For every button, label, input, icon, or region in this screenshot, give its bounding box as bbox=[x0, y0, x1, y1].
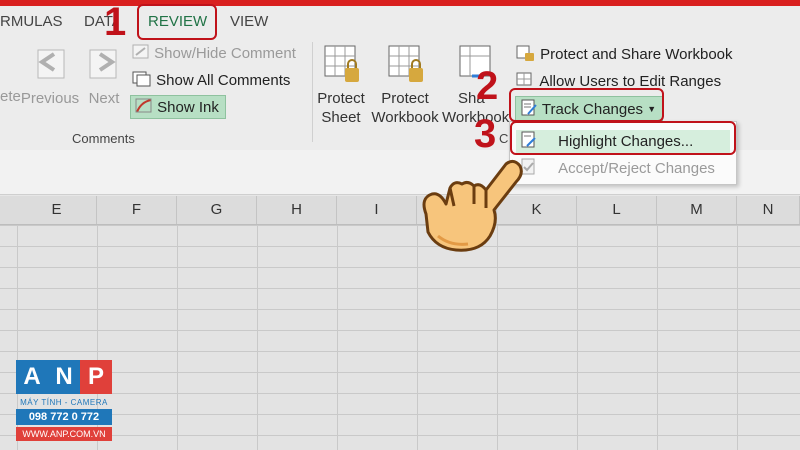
show-all-comments-label: Show All Comments bbox=[156, 72, 291, 89]
track-changes-highlight bbox=[509, 88, 664, 122]
column-header[interactable]: M bbox=[657, 196, 737, 224]
column-header[interactable]: H bbox=[257, 196, 337, 224]
group-separator bbox=[312, 42, 313, 142]
previous-comment-button[interactable]: Previous bbox=[20, 42, 80, 107]
column-header[interactable]: E bbox=[17, 196, 97, 224]
logo-phone: 098 772 0 772 bbox=[16, 409, 112, 425]
step-number-3: 3 bbox=[474, 112, 497, 156]
allow-users-icon bbox=[516, 72, 532, 86]
tab-formulas[interactable]: RMULAS bbox=[0, 10, 63, 34]
logo-letter: N bbox=[48, 360, 80, 394]
protect-share-icon bbox=[516, 45, 534, 61]
delete-comment-label: ete bbox=[0, 88, 21, 105]
previous-comment-label: Previous bbox=[20, 90, 80, 107]
protect-share-label: Protect and Share Workbook bbox=[540, 46, 733, 63]
protect-workbook-label-2: Workbook bbox=[371, 109, 439, 126]
accept-reject-changes-item[interactable]: Accept/Reject Changes bbox=[520, 158, 715, 177]
column-header[interactable]: I bbox=[337, 196, 417, 224]
protect-sheet-icon bbox=[324, 45, 359, 82]
show-hide-comment-icon bbox=[132, 44, 149, 59]
protect-sheet-label-2: Sheet bbox=[321, 109, 361, 126]
show-ink-label: Show Ink bbox=[157, 99, 219, 116]
comments-group-label: Comments bbox=[72, 131, 135, 146]
highlight-changes-highlight bbox=[510, 121, 736, 155]
step-number-2: 2 bbox=[476, 64, 499, 108]
protect-workbook-button[interactable]: Protect Workbook bbox=[368, 42, 442, 126]
show-ink-button[interactable]: Show Ink bbox=[130, 95, 226, 119]
previous-comment-icon bbox=[37, 49, 65, 79]
delete-comment-button[interactable]: ete bbox=[0, 42, 21, 105]
worksheet-grid[interactable] bbox=[0, 225, 800, 450]
show-all-comments-icon bbox=[132, 71, 151, 87]
logo-letter: P bbox=[80, 360, 112, 394]
column-header[interactable]: F bbox=[97, 196, 177, 224]
next-comment-icon bbox=[89, 49, 117, 79]
review-tab-highlight bbox=[137, 4, 217, 40]
column-header[interactable]: N bbox=[737, 196, 800, 224]
next-comment-button[interactable]: Next bbox=[84, 42, 124, 107]
column-header[interactable]: G bbox=[177, 196, 257, 224]
column-header-row: E F G H I J K L M N bbox=[0, 196, 800, 225]
accept-reject-label: Accept/Reject Changes bbox=[558, 160, 715, 177]
protect-sheet-button[interactable]: Protect Sheet bbox=[314, 42, 368, 126]
hand-pointer-icon bbox=[422, 159, 523, 252]
protect-sheet-label-1: Protect bbox=[317, 90, 365, 107]
show-all-comments-button[interactable]: Show All Comments bbox=[132, 71, 290, 89]
protect-share-workbook-button[interactable]: Protect and Share Workbook bbox=[516, 44, 733, 63]
logo-letters: A N P bbox=[16, 360, 112, 394]
changes-group-label: C bbox=[499, 131, 509, 146]
logo-letter: A bbox=[16, 360, 48, 394]
logo-website: WWW.ANP.COM.VN bbox=[16, 427, 112, 441]
show-ink-icon bbox=[135, 98, 152, 113]
protect-workbook-icon bbox=[388, 45, 423, 82]
step-number-1: 1 bbox=[104, 0, 127, 44]
tab-view[interactable]: VIEW bbox=[230, 10, 268, 34]
anp-logo: A N P MÁY TÍNH - CAMERA 098 772 0 772 WW… bbox=[16, 360, 112, 441]
protect-workbook-label-1: Protect bbox=[381, 90, 429, 107]
column-header[interactable]: L bbox=[577, 196, 657, 224]
next-comment-label: Next bbox=[88, 90, 120, 107]
show-hide-comment-label: Show/Hide Comment bbox=[154, 45, 296, 62]
show-hide-comment-button[interactable]: Show/Hide Comment bbox=[132, 44, 296, 62]
logo-subtitle: MÁY TÍNH - CAMERA bbox=[20, 398, 108, 407]
